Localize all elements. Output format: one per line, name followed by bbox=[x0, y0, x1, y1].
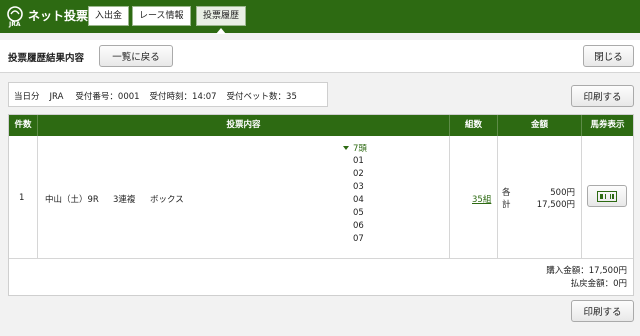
header-combinations: 組数 bbox=[450, 115, 498, 136]
logo-title: ネット投票 bbox=[28, 9, 89, 23]
cell-combinations: 35組 bbox=[450, 136, 498, 259]
row-index: 1 bbox=[19, 193, 25, 203]
close-button[interactable]: 閉じる bbox=[583, 45, 634, 67]
tab-race-info[interactable]: レース情報 bbox=[132, 6, 191, 26]
horse-count: 7頭 bbox=[353, 144, 367, 154]
bet-method: ボックス bbox=[150, 195, 184, 205]
table-row: 1 中山（土）9R 3連複 ボックス 7頭 01 02 03 04 05 06 … bbox=[9, 136, 633, 259]
receipt-info-box: 当日分 JRA 受付番号：0001 受付時刻：14:07 受付ベット数：35 bbox=[8, 82, 328, 107]
jra-net-vote-logo[interactable]: JRA ネット投票 bbox=[6, 4, 89, 30]
active-tab-indicator bbox=[216, 28, 226, 34]
horse-number: 04 bbox=[353, 195, 364, 205]
tab-vote-history[interactable]: 投票履歴 bbox=[196, 6, 247, 26]
cell-ticket-display bbox=[582, 136, 633, 259]
title-bar: 投票履歴結果内容 一覧に戻る 閉じる bbox=[0, 40, 640, 73]
amount-each: 500円 bbox=[550, 188, 575, 198]
race-name: 中山（土）9R bbox=[45, 195, 99, 205]
info-bet-count: 受付ベット数：35 bbox=[226, 92, 297, 102]
purchase-total: 購入金額：17,500円 bbox=[546, 266, 627, 276]
info-day: 当日分 bbox=[14, 92, 40, 102]
ticket-display-button[interactable] bbox=[587, 185, 627, 207]
triangle-down-icon bbox=[343, 146, 349, 150]
cell-index: 1 bbox=[9, 136, 38, 259]
amount-each-label: 各 bbox=[502, 188, 511, 198]
horse-number: 01 bbox=[353, 156, 364, 166]
cell-vote-content: 中山（土）9R 3連複 ボックス 7頭 01 02 03 04 05 06 07 bbox=[38, 136, 450, 259]
info-receipt-time: 受付時刻：14:07 bbox=[149, 92, 217, 102]
header-ticket-display: 馬券表示 bbox=[590, 120, 625, 130]
table-header: 件数 投票内容 組数 金額 馬券表示 bbox=[9, 115, 633, 136]
header-amount: 金額 bbox=[498, 115, 582, 136]
header-vote-content: 投票内容 bbox=[38, 115, 450, 136]
print-button-top[interactable]: 印刷する bbox=[571, 85, 634, 107]
combinations-link[interactable]: 35組 bbox=[472, 193, 491, 205]
page-title: 投票履歴結果内容 bbox=[8, 53, 85, 64]
horse-selection-toggle[interactable]: 7頭 bbox=[343, 142, 367, 154]
info-org: JRA bbox=[49, 92, 64, 102]
refund-total: 払戻金額：0円 bbox=[570, 279, 627, 289]
vote-history-table: 件数 投票内容 組数 金額 馬券表示 1 中山（土）9R 3連複 ボックス 7頭… bbox=[8, 114, 634, 296]
horse-number: 05 bbox=[353, 208, 364, 218]
info-receipt-number: 受付番号：0001 bbox=[75, 92, 140, 102]
logo-jra-text: JRA bbox=[9, 21, 21, 28]
bet-type: 3連複 bbox=[113, 195, 136, 205]
horse-number: 02 bbox=[353, 169, 364, 179]
horse-number: 07 bbox=[353, 234, 364, 244]
top-nav-bar: JRA ネット投票 入出金 レース情報 投票履歴 bbox=[0, 0, 640, 34]
cell-amount: 各 500円 計 17,500円 bbox=[498, 136, 582, 259]
ticket-icon bbox=[597, 191, 617, 202]
receipt-info-text: 当日分 JRA 受付番号：0001 受付時刻：14:07 受付ベット数：35 bbox=[14, 90, 307, 102]
back-to-list-button[interactable]: 一覧に戻る bbox=[99, 45, 173, 67]
horse-number: 03 bbox=[353, 182, 364, 192]
tab-deposit-withdraw[interactable]: 入出金 bbox=[88, 6, 130, 26]
print-button-bottom[interactable]: 印刷する bbox=[571, 300, 634, 322]
amount-total: 17,500円 bbox=[536, 200, 575, 210]
header-count: 件数 bbox=[9, 115, 38, 136]
horse-number: 06 bbox=[353, 221, 364, 231]
amount-total-label: 計 bbox=[502, 200, 511, 210]
